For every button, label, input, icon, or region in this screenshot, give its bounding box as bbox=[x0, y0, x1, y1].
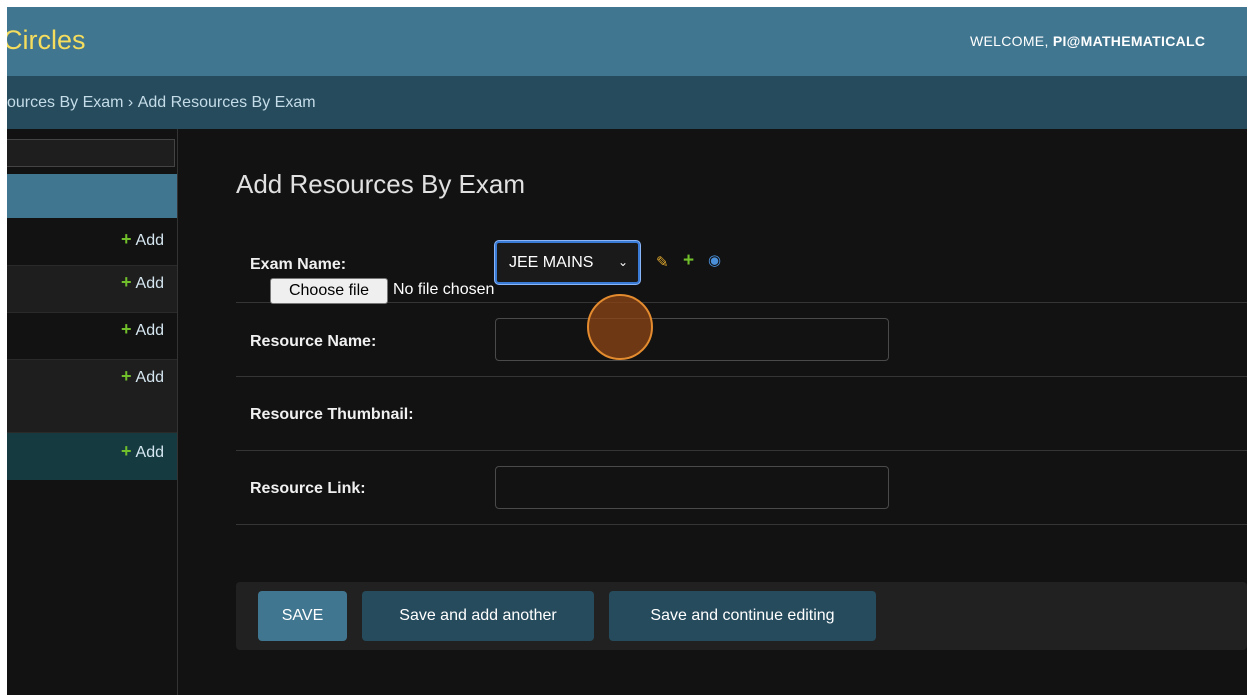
save-and-continue-button[interactable]: Save and continue editing bbox=[609, 591, 876, 641]
resource-link-input[interactable] bbox=[495, 466, 889, 509]
choose-file-button[interactable]: Choose file bbox=[270, 278, 388, 304]
sidebar-add-link[interactable]: + Add bbox=[121, 441, 164, 462]
breadcrumb-separator: › bbox=[123, 94, 138, 111]
sidebar-add-link[interactable]: + Add bbox=[121, 319, 164, 340]
plus-icon: + bbox=[121, 319, 132, 339]
main-content: Add Resources By Exam Exam Name: JEE MAI… bbox=[236, 129, 1247, 695]
file-status-text: No file chosen bbox=[393, 281, 495, 298]
submit-row: SAVE Save and add another Save and conti… bbox=[236, 582, 1247, 650]
click-indicator bbox=[587, 294, 653, 360]
breadcrumb: sources By Exam › Add Resources By Exam bbox=[7, 76, 1247, 129]
add-label: Add bbox=[135, 369, 164, 386]
user-email: PI@MATHEMATICALC bbox=[1052, 33, 1206, 49]
resource-name-label: Resource Name: bbox=[250, 333, 377, 350]
nav-filter-input[interactable] bbox=[7, 139, 175, 167]
add-label: Add bbox=[135, 232, 164, 249]
sidebar-model-row: + Add bbox=[7, 219, 177, 266]
resource-name-input[interactable] bbox=[495, 318, 889, 361]
breadcrumb-current: Add Resources By Exam bbox=[137, 94, 316, 111]
resource-link-label: Resource Link: bbox=[250, 480, 366, 497]
add-label: Add bbox=[135, 444, 164, 461]
header: Circles WELCOME, PI@MATHEMATICALC bbox=[7, 7, 1247, 76]
sidebar-model-row: + Add bbox=[7, 313, 177, 360]
save-and-add-another-button[interactable]: Save and add another bbox=[362, 591, 594, 641]
exam-name-select[interactable]: JEE MAINS ⌄ bbox=[495, 241, 640, 284]
plus-icon: + bbox=[121, 441, 132, 461]
admin-window: Circles WELCOME, PI@MATHEMATICALC source… bbox=[7, 7, 1247, 695]
plus-icon: + bbox=[121, 366, 132, 386]
add-label: Add bbox=[135, 275, 164, 292]
sidebar-model-row: + Add bbox=[7, 266, 177, 313]
page-title: Add Resources By Exam bbox=[236, 169, 526, 199]
welcome-text: WELCOME, bbox=[970, 33, 1053, 49]
form-row-resource-link: Resource Link: bbox=[236, 451, 1247, 525]
sidebar-model-row: + Add bbox=[7, 360, 177, 433]
sidebar-model-row-current: + Add bbox=[7, 433, 177, 480]
user-tools: WELCOME, PI@MATHEMATICALC bbox=[970, 33, 1205, 49]
add-label: Add bbox=[135, 322, 164, 339]
resource-thumbnail-label: Resource Thumbnail: bbox=[250, 406, 414, 423]
plus-icon: + bbox=[121, 229, 132, 249]
plus-icon: + bbox=[121, 272, 132, 292]
eye-icon[interactable]: ◉ bbox=[708, 251, 721, 269]
form-row-resource-name: Resource Name: bbox=[236, 303, 1247, 377]
breadcrumb-parent-link[interactable]: sources By Exam bbox=[7, 76, 123, 129]
plus-icon[interactable]: + bbox=[683, 250, 694, 272]
exam-name-value: JEE MAINS bbox=[509, 254, 594, 271]
form-row-resource-thumbnail: Resource Thumbnail: bbox=[236, 377, 1247, 451]
sidebar-add-link[interactable]: + Add bbox=[121, 366, 164, 387]
sidebar-app-caption[interactable] bbox=[7, 174, 177, 218]
sidebar-add-link[interactable]: + Add bbox=[121, 229, 164, 250]
pencil-icon[interactable]: ✎ bbox=[656, 253, 669, 271]
save-button[interactable]: SAVE bbox=[258, 591, 347, 641]
exam-name-label: Exam Name: bbox=[250, 256, 347, 273]
chevron-down-icon: ⌄ bbox=[617, 255, 628, 269]
site-brand[interactable]: Circles bbox=[7, 25, 86, 56]
sidebar-add-link[interactable]: + Add bbox=[121, 272, 164, 293]
sidebar: + Add + Add + Add + Add + Add bbox=[7, 129, 178, 695]
